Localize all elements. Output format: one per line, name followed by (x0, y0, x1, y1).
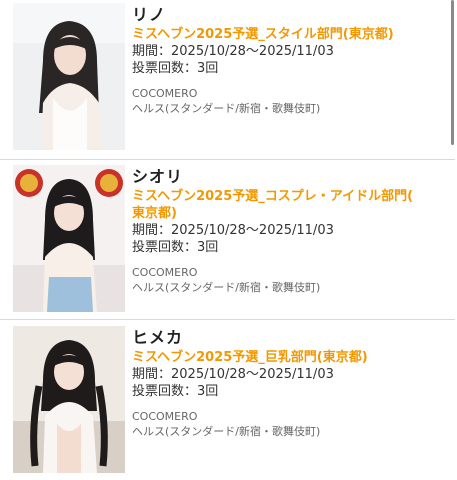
profile-photo[interactable] (13, 326, 125, 473)
vote-count: 投票回数：3回 (132, 61, 219, 76)
list-item[interactable]: ヒメカ ミスヘブン2025予選_巨乳部門(東京都) 期間：2025/10/28〜… (0, 320, 455, 480)
shop-category: ヘルス(スタンダード/新宿・歌舞伎町) (132, 102, 321, 115)
entry-name[interactable]: ヒメカ (132, 328, 443, 348)
vote-period: 期間：2025/10/28〜2025/11/03 (132, 367, 334, 382)
shop-name: COCOMERO (132, 87, 198, 100)
shop-name: COCOMERO (132, 266, 198, 279)
shop-name: COCOMERO (132, 410, 198, 423)
event-title-line2[interactable]: 東京都) (132, 205, 443, 222)
entry-name[interactable]: リノ (132, 5, 443, 25)
event-title[interactable]: ミスヘブン2025予選_巨乳部門(東京都) (132, 349, 443, 366)
vote-period: 期間：2025/10/28〜2025/11/03 (132, 223, 334, 238)
list-item[interactable]: シオリ ミスヘブン2025予選_コスプレ・アイドル部門( 東京都) 期間：202… (0, 160, 455, 320)
entry-name[interactable]: シオリ (132, 167, 443, 187)
vote-period: 期間：2025/10/28〜2025/11/03 (132, 44, 334, 59)
list-item[interactable]: リノ ミスヘブン2025予選_スタイル部門(東京都) 期間：2025/10/28… (0, 0, 455, 160)
profile-photo[interactable] (13, 165, 125, 312)
event-title-line1[interactable]: ミスヘブン2025予選_コスプレ・アイドル部門( (132, 188, 443, 205)
vote-count: 投票回数：3回 (132, 240, 219, 255)
event-title[interactable]: ミスヘブン2025予選_スタイル部門(東京都) (132, 26, 443, 43)
vote-count: 投票回数：3回 (132, 384, 219, 399)
shop-category: ヘルス(スタンダード/新宿・歌舞伎町) (132, 425, 321, 438)
profile-photo[interactable] (13, 3, 125, 150)
shop-category: ヘルス(スタンダード/新宿・歌舞伎町) (132, 281, 321, 294)
